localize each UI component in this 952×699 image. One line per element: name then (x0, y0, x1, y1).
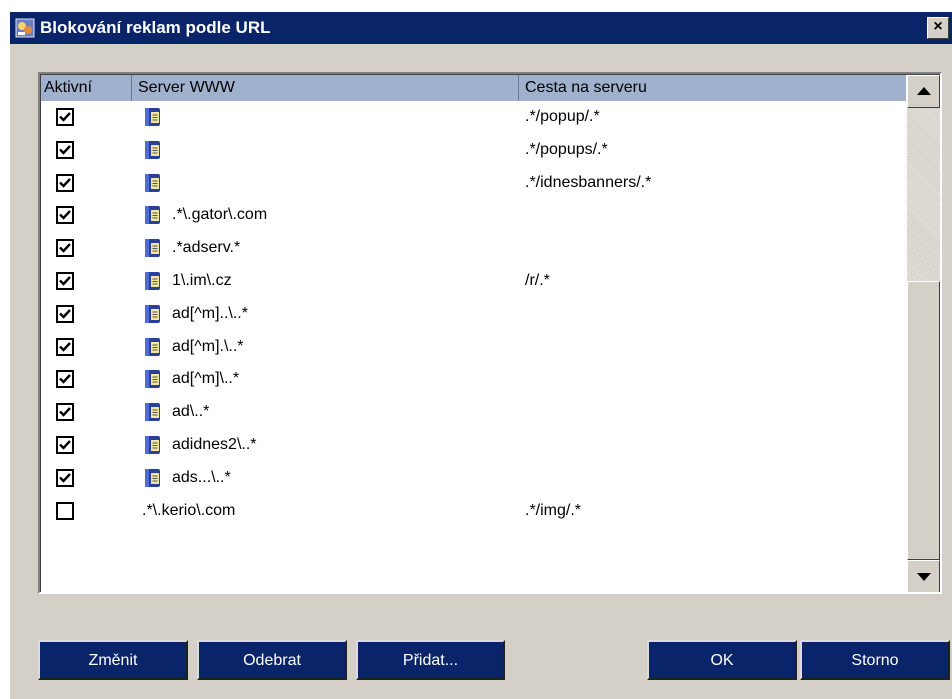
change-button-label: Změnit (88, 652, 138, 669)
server-icon (145, 304, 160, 323)
table-row[interactable]: ad[^m]..\..* (41, 299, 906, 332)
dialog-window: Blokování reklam podle URL × Aktivní Ser… (8, 10, 952, 699)
path-pattern: .*/idnesbanners/.* (525, 173, 652, 191)
table-row[interactable]: ads...\..* (41, 463, 906, 496)
window-title: Blokování reklam podle URL (40, 18, 271, 37)
server-pattern: ad[^m]\..* (172, 370, 240, 388)
arrow-down-icon (917, 573, 931, 581)
table-row[interactable]: .*/popup/.* (41, 102, 906, 135)
title-bar[interactable]: Blokování reklam podle URL × (10, 12, 952, 44)
server-icon (145, 140, 160, 159)
server-icon (145, 370, 160, 389)
table-row[interactable]: ad\..* (41, 397, 906, 430)
list-frame: Aktivní Server WWW Cesta na serveru .*/p… (40, 74, 940, 592)
active-checkbox[interactable] (56, 239, 74, 258)
server-icon (145, 108, 160, 126)
table-row[interactable]: .*\.gator\.com (41, 200, 906, 233)
checkmark-icon (59, 177, 71, 188)
server-pattern: ads...\..* (172, 468, 231, 486)
active-checkbox[interactable] (56, 140, 74, 159)
active-checkbox[interactable] (56, 468, 74, 487)
checkmark-icon (59, 440, 71, 450)
active-checkbox[interactable] (56, 403, 74, 422)
remove-button[interactable]: Odebrat (197, 640, 347, 680)
table-row[interactable]: .*/popups/.* (41, 135, 906, 168)
checkmark-icon (59, 210, 71, 221)
list-header: Aktivní Server WWW Cesta na serveru (41, 75, 906, 101)
table-row[interactable]: ad[^m]\..* (41, 364, 906, 397)
server-pattern: .*adserv.* (172, 239, 241, 257)
vertical-scrollbar[interactable] (907, 75, 940, 592)
server-pattern: ad[^m]..\..* (172, 304, 248, 322)
scroll-down-button[interactable] (907, 560, 940, 592)
server-pattern: 1\.im\.cz (172, 271, 232, 289)
checkmark-icon (59, 112, 71, 122)
path-pattern: .*/img/.* (525, 501, 582, 519)
table-row[interactable]: .*\.kerio\.com .*/img/.* (41, 496, 906, 529)
active-checkbox[interactable] (56, 108, 74, 126)
scroll-up-button[interactable] (907, 75, 940, 108)
change-button[interactable]: Změnit (38, 640, 188, 680)
server-icon (145, 239, 160, 258)
column-header-active[interactable]: Aktivní (41, 75, 132, 101)
scroll-thumb[interactable] (907, 281, 940, 560)
server-icon (145, 337, 160, 356)
column-header-path[interactable]: Cesta na serveru (519, 75, 906, 101)
server-icon (145, 173, 160, 192)
table-row[interactable]: .*/idnesbanners/.* (41, 168, 906, 201)
active-checkbox[interactable] (56, 435, 74, 454)
server-icon (145, 271, 160, 290)
add-button-label: Přidat... (402, 652, 459, 669)
server-icon (145, 468, 160, 487)
checkmark-icon (59, 144, 71, 155)
checkmark-icon (59, 374, 71, 385)
active-checkbox[interactable] (56, 370, 74, 389)
active-checkbox[interactable] (56, 304, 74, 323)
active-checkbox[interactable] (56, 271, 74, 290)
add-button[interactable]: Přidat... (356, 640, 505, 680)
close-icon: × (933, 18, 943, 35)
column-header-server[interactable]: Server WWW (132, 75, 519, 101)
table-row[interactable]: adidnes2\..* (41, 430, 906, 463)
list-rows: .*/popup/.* .*/popups/.* .*/idnesbanners/.… (41, 102, 906, 528)
server-icon (145, 403, 160, 422)
server-pattern: .*\.gator\.com (172, 206, 268, 224)
active-checkbox[interactable] (56, 337, 74, 356)
ok-button[interactable]: OK (647, 640, 797, 680)
server-pattern: ad[^m].\..* (172, 337, 244, 355)
ok-button-label: OK (710, 652, 734, 669)
checkmark-icon (59, 276, 71, 286)
table-row[interactable]: 1\.im\.cz/r/.* (41, 266, 906, 299)
remove-button-label: Odebrat (243, 652, 301, 669)
cancel-button[interactable]: Storno (800, 640, 950, 680)
checkmark-icon (59, 308, 71, 319)
arrow-up-icon (917, 87, 931, 95)
server-icon (145, 206, 160, 225)
active-checkbox[interactable] (56, 501, 74, 520)
cancel-button-label: Storno (851, 652, 899, 669)
table-row[interactable]: .*adserv.* (41, 233, 906, 266)
path-pattern: .*/popup/.* (525, 108, 600, 125)
url-rules-list[interactable]: Aktivní Server WWW Cesta na serveru .*/p… (38, 72, 942, 594)
active-checkbox[interactable] (56, 206, 74, 225)
server-pattern: ad\..* (172, 403, 210, 421)
checkmark-icon (59, 243, 71, 253)
checkmark-icon (59, 341, 71, 352)
close-button[interactable]: × (927, 17, 949, 39)
table-row[interactable]: ad[^m].\..* (41, 332, 906, 365)
path-pattern: /r/.* (525, 271, 550, 289)
server-pattern: adidnes2\..* (172, 435, 257, 453)
checkmark-icon (59, 472, 71, 483)
path-pattern: .*/popups/.* (525, 140, 608, 158)
server-icon (145, 435, 160, 454)
checkmark-icon (59, 407, 71, 417)
active-checkbox[interactable] (56, 173, 74, 192)
server-pattern: .*\.kerio\.com (142, 501, 236, 519)
shield-ad-blocker-icon (15, 18, 35, 38)
